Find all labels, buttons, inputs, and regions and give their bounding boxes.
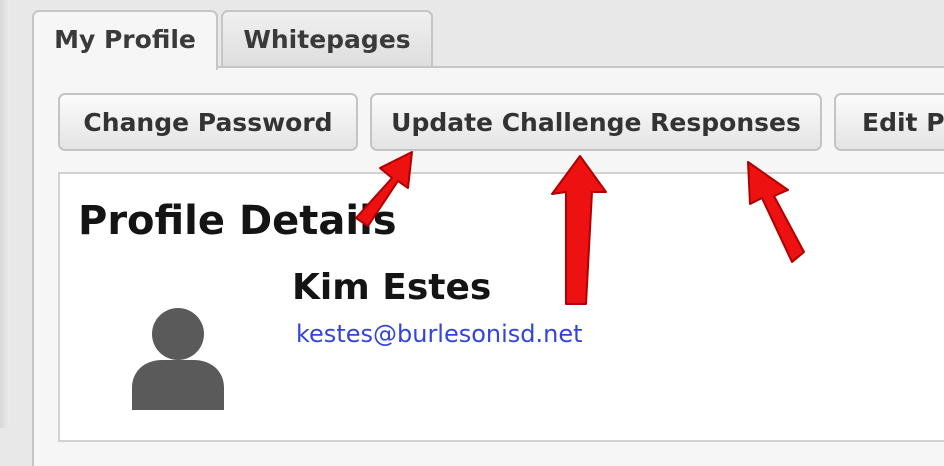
tab-whitepages[interactable]: Whitepages — [221, 10, 433, 66]
page-title: Profile Details — [78, 198, 397, 244]
user-avatar-icon — [132, 308, 224, 410]
tab-bar: My Profile Whitepages — [0, 0, 944, 70]
edit-profile-button[interactable]: Edit P — [834, 93, 944, 151]
tab-my-profile[interactable]: My Profile — [32, 10, 218, 70]
change-password-button[interactable]: Change Password — [58, 93, 358, 151]
profile-name: Kim Estes — [292, 267, 492, 308]
profile-email-link[interactable]: kestes@burlesonisd.net — [296, 320, 583, 348]
update-challenge-responses-button[interactable]: Update Challenge Responses — [370, 93, 822, 151]
